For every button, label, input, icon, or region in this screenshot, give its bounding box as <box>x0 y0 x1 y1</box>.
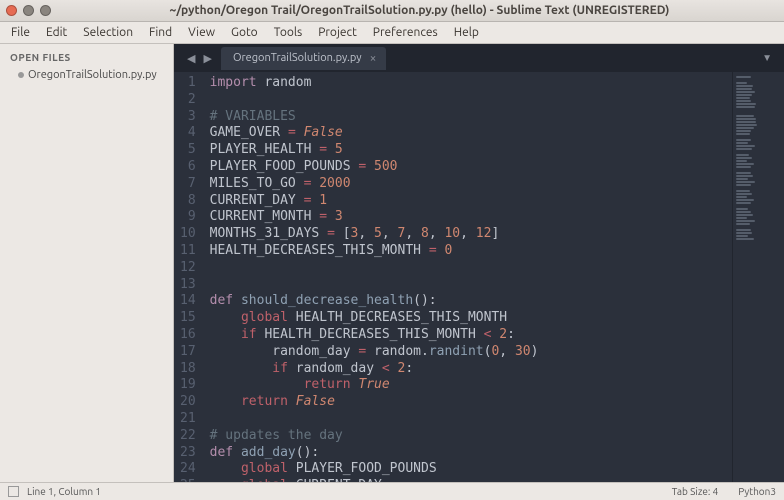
line-number: 15 <box>180 310 196 327</box>
tab-close-icon[interactable]: × <box>370 52 377 65</box>
code-line: # updates the day <box>210 428 732 445</box>
status-syntax[interactable]: Python3 <box>738 486 776 497</box>
line-number: 19 <box>180 377 196 394</box>
minimize-window-button[interactable] <box>23 5 34 16</box>
statusbar: Line 1, Column 1 Tab Size: 4 Python3 <box>0 482 784 500</box>
line-number: 21 <box>180 411 196 428</box>
status-cursor-position: Line 1, Column 1 <box>27 486 101 497</box>
nav-back-icon[interactable]: ◀ <box>184 50 198 67</box>
code-line: def should_decrease_health(): <box>210 293 732 310</box>
menu-help[interactable]: Help <box>447 24 486 41</box>
line-number: 16 <box>180 327 196 344</box>
code-line: import random <box>210 75 732 92</box>
line-number: 4 <box>180 125 196 142</box>
titlebar: ~/python/Oregon Trail/OregonTrailSolutio… <box>0 0 784 22</box>
tab-history-nav: ◀ ▶ <box>178 50 221 67</box>
file-tab[interactable]: OregonTrailSolution.py.py × <box>221 47 386 70</box>
editor-pane: ◀ ▶ OregonTrailSolution.py.py× ▼ 1234567… <box>174 44 784 482</box>
menu-tools[interactable]: Tools <box>267 24 310 41</box>
menu-project[interactable]: Project <box>311 24 364 41</box>
line-number: 14 <box>180 293 196 310</box>
sidebar-file-label: OregonTrailSolution.py.py <box>28 69 157 81</box>
minimap[interactable] <box>732 72 784 482</box>
line-number: 18 <box>180 361 196 378</box>
code-line: # VARIABLES <box>210 109 732 126</box>
code-line: global PLAYER_FOOD_POUNDS <box>210 461 732 478</box>
code-line: PLAYER_FOOD_POUNDS = 500 <box>210 159 732 176</box>
code-line: MONTHS_31_DAYS = [3, 5, 7, 8, 10, 12] <box>210 226 732 243</box>
menu-preferences[interactable]: Preferences <box>366 24 445 41</box>
code-line: PLAYER_HEALTH = 5 <box>210 142 732 159</box>
close-window-button[interactable] <box>6 5 17 16</box>
code-line <box>210 277 732 294</box>
line-number: 20 <box>180 394 196 411</box>
line-number: 5 <box>180 142 196 159</box>
line-number: 3 <box>180 109 196 126</box>
tabbar: ◀ ▶ OregonTrailSolution.py.py × ▼ <box>174 44 784 72</box>
code-line: def add_day(): <box>210 445 732 462</box>
code-line: MILES_TO_GO = 2000 <box>210 176 732 193</box>
menu-find[interactable]: Find <box>142 24 179 41</box>
line-number: 11 <box>180 243 196 260</box>
code-line: global HEALTH_DECREASES_THIS_MONTH <box>210 310 732 327</box>
line-number: 23 <box>180 445 196 462</box>
code-line <box>210 92 732 109</box>
line-number: 7 <box>180 176 196 193</box>
nav-forward-icon[interactable]: ▶ <box>200 50 214 67</box>
line-number: 17 <box>180 344 196 361</box>
line-number: 8 <box>180 193 196 210</box>
line-number: 12 <box>180 260 196 277</box>
tabbar-overflow-icon[interactable]: ▼ <box>754 52 780 64</box>
line-number: 10 <box>180 226 196 243</box>
code-line: return True <box>210 377 732 394</box>
code-line: GAME_OVER = False <box>210 125 732 142</box>
code-line <box>210 411 732 428</box>
menu-edit[interactable]: Edit <box>39 24 74 41</box>
line-number: 2 <box>180 92 196 109</box>
code-line: HEALTH_DECREASES_THIS_MONTH = 0 <box>210 243 732 260</box>
main-area: OPEN FILES OregonTrailSolution.py.py ◀ ▶… <box>0 44 784 482</box>
code-line: global CURRENT_DAY <box>210 478 732 482</box>
menu-selection[interactable]: Selection <box>76 24 140 41</box>
maximize-window-button[interactable] <box>40 5 51 16</box>
code-line: CURRENT_DAY = 1 <box>210 193 732 210</box>
line-number: 22 <box>180 428 196 445</box>
file-close-icon[interactable] <box>18 72 24 78</box>
window-title: ~/python/Oregon Trail/OregonTrailSolutio… <box>61 4 778 17</box>
window-buttons <box>6 5 51 16</box>
sidebar: OPEN FILES OregonTrailSolution.py.py <box>0 44 174 482</box>
line-number: 9 <box>180 209 196 226</box>
code-content[interactable]: import random # VARIABLESGAME_OVER = Fals… <box>206 72 732 482</box>
line-number: 25 <box>180 478 196 482</box>
code-line: if random_day < 2: <box>210 361 732 378</box>
code-line: return False <box>210 394 732 411</box>
sidebar-heading-open-files: OPEN FILES <box>0 48 173 66</box>
menu-file[interactable]: File <box>4 24 37 41</box>
line-number: 6 <box>180 159 196 176</box>
menu-view[interactable]: View <box>181 24 222 41</box>
line-number: 24 <box>180 461 196 478</box>
code-line: CURRENT_MONTH = 3 <box>210 209 732 226</box>
line-number: 13 <box>180 277 196 294</box>
status-panel-icon[interactable] <box>8 486 19 497</box>
tab-label: OregonTrailSolution.py.py <box>233 52 362 64</box>
menu-goto[interactable]: Goto <box>224 24 265 41</box>
menubar: FileEditSelectionFindViewGotoToolsProjec… <box>0 22 784 44</box>
code-line: if HEALTH_DECREASES_THIS_MONTH < 2: <box>210 327 732 344</box>
sidebar-file[interactable]: OregonTrailSolution.py.py <box>0 66 173 84</box>
line-number-gutter: 1234567891011121314151617181920212223242… <box>174 72 206 482</box>
code-line: random_day = random.randint(0, 30) <box>210 344 732 361</box>
code-line <box>210 260 732 277</box>
line-number: 1 <box>180 75 196 92</box>
code-area: 1234567891011121314151617181920212223242… <box>174 72 784 482</box>
status-tab-size[interactable]: Tab Size: 4 <box>672 486 719 497</box>
